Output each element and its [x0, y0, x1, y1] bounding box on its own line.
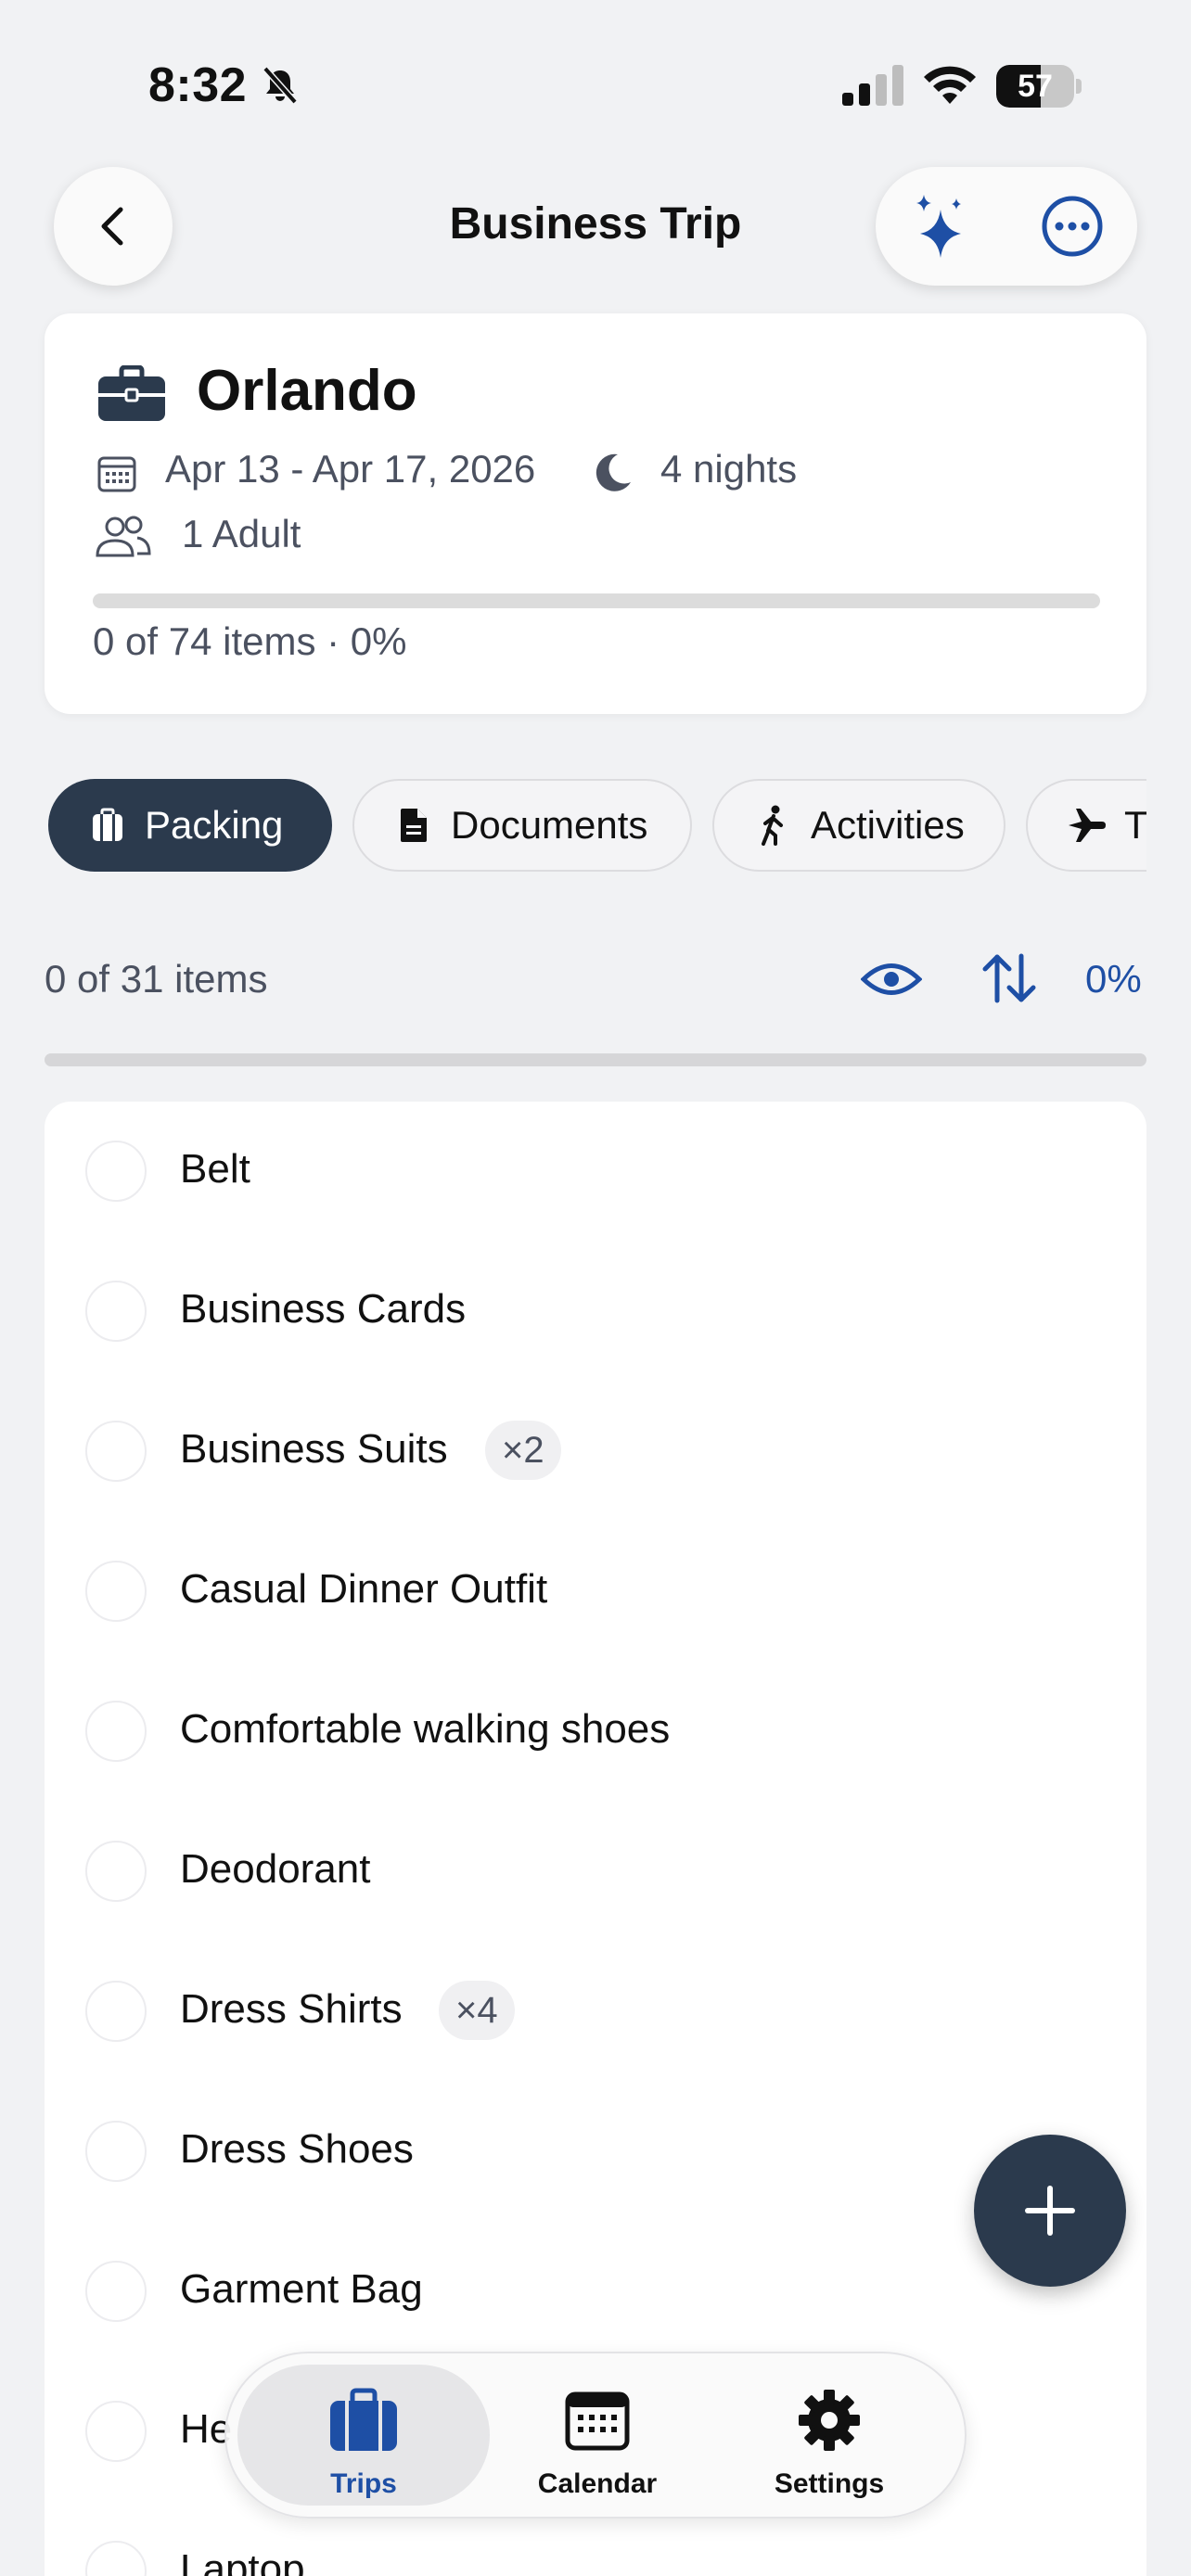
tabbar-item-calendar[interactable]: Calendar: [486, 2353, 709, 2517]
tabbar-item-settings[interactable]: Settings: [718, 2353, 941, 2517]
item-label: Garment Bag: [180, 2266, 423, 2312]
item-label: Laptop: [180, 2546, 305, 2576]
suitcase-icon: [252, 2385, 475, 2455]
item-checkbox[interactable]: [85, 1561, 147, 1622]
category-tabs: Packing Documents Activities Tr: [0, 760, 1146, 890]
item-label: Dress Shirts: [180, 1986, 403, 2032]
tab-transport[interactable]: Tr: [1026, 779, 1146, 872]
items-count: 0 of 31 items: [45, 957, 268, 1001]
trip-summary-card[interactable]: Orlando Apr 13 - Apr 17, 2026 4 nights 1…: [45, 313, 1146, 714]
moon-icon: [596, 453, 631, 491]
list-item[interactable]: Business Suits ×2: [45, 1382, 1146, 1522]
item-checkbox[interactable]: [85, 1421, 147, 1482]
trip-progress-bar: [93, 593, 1100, 608]
visibility-toggle-button[interactable]: [857, 951, 926, 1007]
tab-packing[interactable]: Packing: [48, 779, 332, 872]
item-checkbox[interactable]: [85, 1281, 147, 1342]
tabbar-label: Trips: [330, 2468, 397, 2499]
quantity-badge: ×2: [485, 1421, 561, 1480]
walking-icon: [753, 805, 794, 846]
more-options-button[interactable]: [1030, 184, 1115, 269]
cellular-signal-icon: [842, 65, 903, 106]
item-checkbox[interactable]: [85, 2541, 147, 2576]
item-checkbox[interactable]: [85, 1981, 147, 2042]
tab-activities[interactable]: Activities: [712, 779, 1005, 872]
airplane-icon: [1067, 805, 1108, 846]
tab-documents[interactable]: Documents: [352, 779, 692, 872]
eye-icon: [861, 963, 922, 995]
suitcase-icon: [87, 805, 128, 846]
status-time: 8:32: [148, 58, 248, 112]
battery-icon: 57: [996, 65, 1082, 108]
tab-activities-label: Activities: [811, 803, 965, 847]
battery-level: 57: [1018, 69, 1053, 104]
item-checkbox[interactable]: [85, 1841, 147, 1902]
item-checkbox[interactable]: [85, 1141, 147, 1202]
calendar-icon: [97, 456, 136, 492]
tab-documents-label: Documents: [451, 803, 648, 847]
document-icon: [393, 805, 434, 846]
plus-icon: [1025, 2186, 1075, 2236]
item-checkbox[interactable]: [85, 1701, 147, 1762]
sparkles-icon: [916, 195, 961, 258]
list-progress-percent: 0%: [1085, 957, 1142, 1001]
list-progress-bar: [45, 1053, 1146, 1066]
item-checkbox[interactable]: [85, 2121, 147, 2182]
list-item[interactable]: Casual Dinner Outfit: [45, 1522, 1146, 1662]
trip-dates: Apr 13 - Apr 17, 2026: [165, 447, 536, 491]
item-label: Business Suits: [180, 1426, 448, 1472]
trip-city: Orlando: [197, 359, 417, 423]
add-item-button[interactable]: [974, 2135, 1126, 2287]
header-actions: [876, 167, 1137, 286]
list-item[interactable]: Dress Shirts ×4: [45, 1942, 1146, 2082]
tab-packing-label: Packing: [145, 803, 284, 847]
item-label: Belt: [180, 1146, 250, 1192]
tabbar-item-trips[interactable]: Trips: [252, 2353, 475, 2517]
ai-assist-button[interactable]: [898, 184, 983, 269]
item-label: Comfortable walking shoes: [180, 1706, 671, 1752]
bottom-tab-bar: Trips Calendar Settings: [224, 2352, 967, 2519]
briefcase-icon: [98, 365, 165, 421]
sort-button[interactable]: [978, 948, 1041, 1009]
gear-icon: [718, 2385, 941, 2455]
item-label: Dress Shoes: [180, 2126, 414, 2172]
item-label: Casual Dinner Outfit: [180, 1566, 548, 1612]
list-item[interactable]: Comfortable walking shoes: [45, 1662, 1146, 1802]
list-item[interactable]: Belt: [45, 1102, 1146, 1242]
trip-progress-text: 0 of 74 items · 0%: [93, 619, 407, 663]
calendar-icon: [486, 2385, 709, 2455]
bell-muted-icon: [263, 66, 298, 105]
sort-arrows-icon: [982, 953, 1036, 1003]
item-checkbox[interactable]: [85, 2401, 147, 2462]
trip-nights: 4 nights: [660, 447, 798, 491]
ellipsis-circle-icon: [1042, 196, 1103, 257]
tab-transport-label: Tr: [1124, 803, 1146, 847]
item-checkbox[interactable]: [85, 2261, 147, 2322]
item-label: Business Cards: [180, 1286, 467, 1332]
wifi-icon: [924, 66, 976, 104]
quantity-badge: ×4: [439, 1981, 515, 2040]
list-item[interactable]: Business Cards: [45, 1242, 1146, 1382]
trip-travelers: 1 Adult: [182, 512, 301, 555]
tabbar-label: Calendar: [537, 2468, 658, 2499]
item-label: Deodorant: [180, 1846, 371, 1892]
list-item[interactable]: Deodorant: [45, 1802, 1146, 1942]
people-icon: [96, 516, 151, 557]
tabbar-label: Settings: [774, 2468, 885, 2499]
